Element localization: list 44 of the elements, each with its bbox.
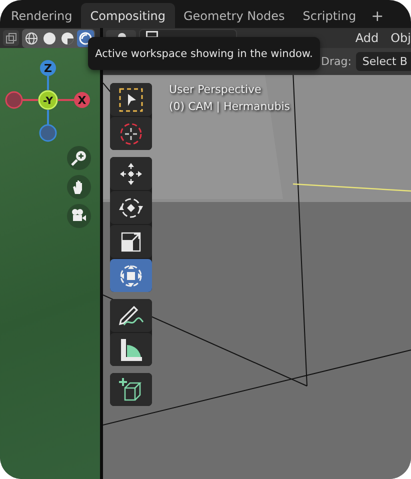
tool-button[interactable] (110, 83, 152, 116)
tool-button[interactable] (110, 157, 152, 190)
overlay-toggle-button[interactable] (3, 30, 19, 46)
tool-button[interactable] (110, 299, 152, 332)
transform-icon (118, 262, 144, 288)
tool-button[interactable] (110, 373, 152, 406)
workspace-tab[interactable]: Compositing (81, 3, 174, 28)
pan-button[interactable] (67, 175, 91, 199)
menu-item[interactable]: Add (349, 31, 385, 45)
cursor-icon (119, 122, 143, 146)
rendered-sphere-icon (79, 32, 92, 44)
ruler-protractor-icon (119, 336, 143, 362)
workspace-tab[interactable]: Rendering (2, 3, 82, 28)
window-icon (146, 31, 158, 38)
solid-sphere-icon (43, 32, 56, 44)
tool-button[interactable] (110, 225, 152, 258)
axis-handle[interactable] (5, 91, 38, 109)
add-workspace-button[interactable]: + (365, 3, 390, 28)
menu-item[interactable]: Obj (384, 31, 411, 45)
camera-icon (71, 208, 87, 224)
tooltip: Active workspace showing in the window. (88, 37, 320, 70)
axis-handle[interactable]: -Y (38, 90, 58, 110)
drag-dropdown[interactable]: Select B (356, 52, 411, 71)
move-arrows-icon (119, 162, 143, 186)
tool-button[interactable] (110, 333, 152, 366)
shading-mode-button[interactable] (59, 30, 76, 46)
material-sphere-icon (61, 32, 74, 44)
workspace-tab[interactable]: Geometry Nodes (174, 3, 294, 28)
zoom-button[interactable] (67, 146, 91, 170)
axis-handle[interactable] (39, 110, 57, 142)
view-title: User Perspective (169, 83, 262, 96)
tool-button[interactable] (110, 191, 152, 224)
select-box-icon (119, 88, 143, 112)
add-cube-icon (119, 378, 143, 402)
camera-view-button[interactable] (67, 204, 91, 228)
rotate-icon (119, 196, 143, 220)
zoom-icon (71, 150, 87, 166)
scale-icon (119, 230, 143, 254)
overlay-icon (6, 32, 16, 44)
drag-label: Drag: (321, 55, 352, 68)
workspace-tab[interactable]: Scripting (294, 3, 366, 28)
wireframe-sphere-icon (25, 32, 38, 44)
pencil-icon (118, 304, 144, 328)
object-label: (0) CAM | Hermanubis (169, 100, 290, 113)
